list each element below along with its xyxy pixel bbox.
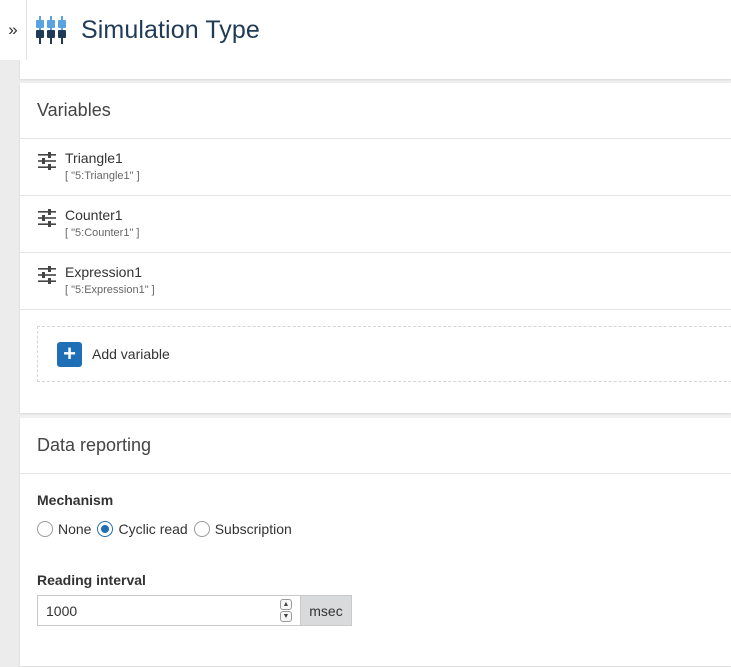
variables-card-title: Variables [20,83,731,139]
variable-name: Expression1 [65,264,143,280]
sliders-icon [37,266,57,284]
sliders-icon [37,152,57,170]
radio-label: None [58,521,92,537]
mechanism-radio-group: None Cyclic read Subscription [37,521,298,537]
interval-unit-addon: msec [300,595,352,626]
radio-button[interactable] [37,521,53,537]
left-rail [0,0,20,667]
reading-interval-input[interactable]: 1000 ▲ ▼ [37,595,300,626]
data-reporting-card: Data reporting Mechanism None Cyclic rea… [20,418,731,666]
variable-row[interactable]: Triangle1 [ "5:Triangle1" ] [20,139,731,196]
reading-interval-control: 1000 ▲ ▼ msec [37,595,352,626]
radio-none[interactable]: None [37,521,91,537]
variable-name: Counter1 [65,207,123,223]
double-chevron-right-icon: » [8,20,18,39]
variable-row[interactable]: Counter1 [ "5:Counter1" ] [20,196,731,253]
sliders-icon [37,209,57,227]
variable-node-id: [ "5:Expression1" ] [65,284,155,296]
add-variable-label: Add variable [92,346,170,362]
radio-subscription[interactable]: Subscription [193,521,292,537]
radio-button-checked[interactable] [97,521,114,537]
variable-name: Triangle1 [65,150,123,166]
expand-sidebar-button[interactable]: » [0,0,27,60]
variable-node-id: [ "5:Counter1" ] [65,227,140,239]
variable-row[interactable]: Expression1 [ "5:Expression1" ] [20,253,731,310]
radio-cyclic-read[interactable]: Cyclic read [97,521,188,537]
variable-node-id: [ "5:Triangle1" ] [65,170,140,182]
data-reporting-card-title: Data reporting [20,418,731,474]
radio-label: Subscription [214,521,292,537]
reading-interval-value: 1000 [46,602,78,619]
mechanism-label: Mechanism [37,492,114,508]
radio-button[interactable] [193,521,210,537]
page-title: Simulation Type [81,15,260,44]
spin-down-icon[interactable]: ▼ [280,611,292,622]
number-spinner: ▲ ▼ [280,599,292,623]
variables-card: Variables Triangle1 [ "5:Triangle1" ] Co… [20,83,731,413]
spin-up-icon[interactable]: ▲ [280,599,292,610]
simulation-icon [35,14,67,46]
add-variable-button[interactable]: + Add variable [37,326,731,382]
collapsed-card [20,60,731,79]
radio-label: Cyclic read [118,521,188,537]
page-header: Simulation Type [27,0,731,60]
reading-interval-label: Reading interval [37,572,146,588]
plus-icon: + [57,341,82,367]
